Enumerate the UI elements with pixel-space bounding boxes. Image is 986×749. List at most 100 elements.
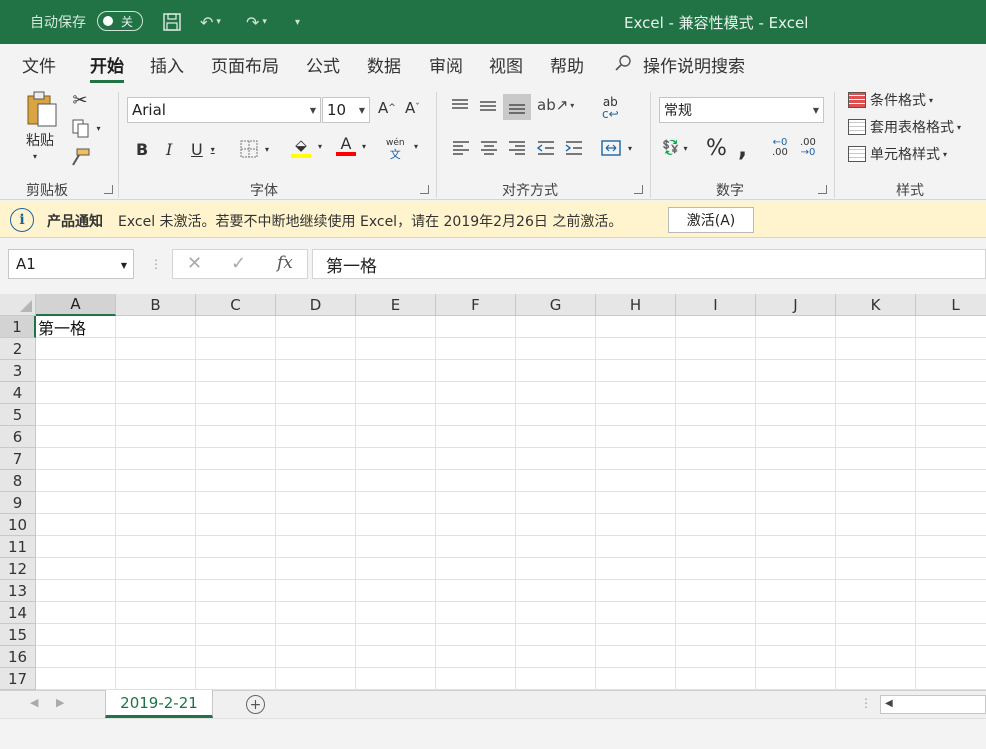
add-sheet-icon[interactable]: + xyxy=(246,695,265,714)
column-header[interactable]: A xyxy=(36,294,116,316)
number-launcher-icon[interactable] xyxy=(818,185,827,194)
row-header[interactable]: 7 xyxy=(0,448,36,470)
select-all-button[interactable] xyxy=(0,294,36,316)
undo-icon[interactable]: ↶ ▾ xyxy=(200,0,221,44)
column-header[interactable]: D xyxy=(276,294,356,316)
column-header[interactable]: B xyxy=(116,294,196,316)
align-center-icon[interactable] xyxy=(479,138,499,158)
tab-review[interactable]: 审阅 xyxy=(429,52,463,77)
paste-icon[interactable] xyxy=(22,90,62,130)
tab-view[interactable]: 视图 xyxy=(489,52,523,77)
cell-styles-button[interactable]: 单元格样式 ▾ xyxy=(848,144,947,164)
shrink-font-icon[interactable]: Aˇ xyxy=(405,99,420,117)
font-color-icon[interactable]: A xyxy=(336,136,356,156)
autosave-toggle[interactable]: 关 xyxy=(97,11,143,31)
align-bottom-icon[interactable] xyxy=(503,94,531,120)
column-header[interactable]: K xyxy=(836,294,916,316)
cut-icon[interactable]: ✂ xyxy=(70,90,90,111)
increase-decimal-icon[interactable]: ←0.00 xyxy=(772,138,788,158)
font-name-combo[interactable]: Arial ▼ xyxy=(127,97,321,123)
merge-center-icon[interactable]: ▾ xyxy=(600,138,632,158)
tab-file[interactable]: 文件 xyxy=(22,52,56,77)
activate-button[interactable]: 激活(A) xyxy=(668,207,754,233)
comma-style-icon[interactable]: , xyxy=(738,134,747,162)
row-header[interactable]: 9 xyxy=(0,492,36,514)
row-header[interactable]: 4 xyxy=(0,382,36,404)
row-header[interactable]: 13 xyxy=(0,580,36,602)
tell-me-search[interactable]: 操作说明搜索 xyxy=(643,52,745,77)
font-color-dropdown-icon[interactable]: ▾ xyxy=(362,142,366,151)
tab-data[interactable]: 数据 xyxy=(367,52,401,77)
fill-color-dropdown-icon[interactable]: ▾ xyxy=(318,142,322,151)
row-header[interactable]: 10 xyxy=(0,514,36,536)
next-sheet-icon[interactable]: ▶ xyxy=(56,696,64,709)
row-header[interactable]: 15 xyxy=(0,624,36,646)
border-icon[interactable]: ▾ xyxy=(239,139,269,159)
row-header[interactable]: 14 xyxy=(0,602,36,624)
column-header[interactable]: E xyxy=(356,294,436,316)
conditional-formatting-button[interactable]: 条件格式 ▾ xyxy=(848,90,933,110)
align-right-icon[interactable] xyxy=(507,138,527,158)
column-header[interactable]: J xyxy=(756,294,836,316)
align-middle-icon[interactable] xyxy=(478,96,498,116)
cells-area[interactable] xyxy=(36,316,986,690)
row-header[interactable]: 12 xyxy=(0,558,36,580)
column-header[interactable]: L xyxy=(916,294,986,316)
cancel-icon[interactable]: ✕ xyxy=(187,253,202,274)
scroll-left-icon[interactable]: ◀ xyxy=(885,698,893,709)
tab-formulas[interactable]: 公式 xyxy=(306,52,340,77)
save-icon[interactable] xyxy=(162,0,182,44)
clipboard-launcher-icon[interactable] xyxy=(104,185,113,194)
phonetic-icon[interactable]: wén 文 xyxy=(386,138,405,160)
font-launcher-icon[interactable] xyxy=(420,185,429,194)
fill-color-icon[interactable]: ⬙ xyxy=(291,136,311,158)
worksheet-grid[interactable]: ABCDEFGHIJKL 1 2 3 4 5 6 7 8 9 10 11 12 13 14 15 16 17 第… xyxy=(0,294,986,690)
format-painter-icon[interactable] xyxy=(68,146,92,168)
prev-sheet-icon[interactable]: ◀ xyxy=(30,696,38,709)
accounting-format-icon[interactable]: 💱 ▾ xyxy=(662,140,687,156)
row-header[interactable]: 6 xyxy=(0,426,36,448)
row-header[interactable]: 3 xyxy=(0,360,36,382)
underline-icon[interactable]: U ▾ xyxy=(191,140,215,159)
splitter-handle[interactable]: ⋮ xyxy=(150,257,162,271)
cell-a1[interactable]: 第一格 xyxy=(36,316,116,338)
phonetic-dropdown-icon[interactable]: ▾ xyxy=(414,142,418,151)
horizontal-scrollbar[interactable]: ◀ xyxy=(880,695,986,714)
formula-input[interactable]: 第一格 xyxy=(312,249,986,279)
align-left-icon[interactable] xyxy=(451,138,471,158)
bold-icon[interactable]: B xyxy=(136,140,148,159)
paste-button[interactable]: 粘贴 xyxy=(22,130,58,150)
row-header[interactable]: 1 xyxy=(0,316,36,338)
row-header[interactable]: 8 xyxy=(0,470,36,492)
number-format-combo[interactable]: 常规 ▼ xyxy=(659,97,824,123)
column-header[interactable]: F xyxy=(436,294,516,316)
align-top-icon[interactable] xyxy=(450,96,470,116)
sheet-tab[interactable]: 2019-2-21 xyxy=(105,690,213,718)
tab-help[interactable]: 帮助 xyxy=(550,52,584,77)
orientation-icon[interactable]: ab↗ ▾ xyxy=(537,96,574,114)
decrease-decimal-icon[interactable]: .00 →0 xyxy=(800,138,816,158)
copy-icon[interactable]: ▾ xyxy=(68,118,104,138)
redo-icon[interactable]: ↷ ▾ xyxy=(246,0,267,44)
column-header[interactable]: G xyxy=(516,294,596,316)
percent-icon[interactable]: % xyxy=(706,136,727,161)
tab-insert[interactable]: 插入 xyxy=(150,52,184,77)
paste-dropdown-icon[interactable]: ▾ xyxy=(33,152,37,161)
wrap-text-icon[interactable]: ab c↩ xyxy=(602,96,619,120)
row-header[interactable]: 17 xyxy=(0,668,36,690)
row-header[interactable]: 16 xyxy=(0,646,36,668)
decrease-indent-icon[interactable] xyxy=(536,138,556,158)
enter-icon[interactable]: ✓ xyxy=(231,253,246,274)
tab-home[interactable]: 开始 xyxy=(90,52,124,83)
splitter-handle[interactable]: ⋮ xyxy=(860,696,872,710)
insert-function-icon[interactable]: fx xyxy=(277,253,293,273)
format-as-table-button[interactable]: 套用表格格式 ▾ xyxy=(848,117,961,137)
tab-page-layout[interactable]: 页面布局 xyxy=(211,52,279,77)
grow-font-icon[interactable]: A ^ xyxy=(378,99,396,117)
row-header[interactable]: 5 xyxy=(0,404,36,426)
italic-icon[interactable]: I xyxy=(166,140,172,159)
column-header[interactable]: I xyxy=(676,294,756,316)
column-header[interactable]: H xyxy=(596,294,676,316)
row-header[interactable]: 2 xyxy=(0,338,36,360)
font-size-combo[interactable]: 10 ▼ xyxy=(322,97,370,123)
